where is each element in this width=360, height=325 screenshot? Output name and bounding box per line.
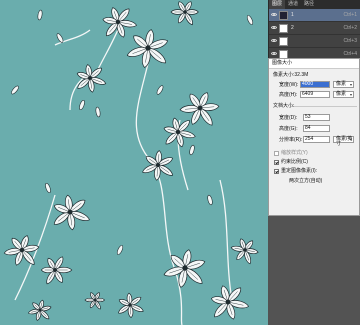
bud — [116, 245, 124, 255]
layer-row[interactable]: 2 Ctrl+2 — [269, 22, 360, 35]
resample-label: 重定图像像素(I): — [281, 168, 318, 174]
eye-icon[interactable] — [271, 12, 277, 18]
layer-thumbnail — [279, 23, 288, 33]
floral-pattern-artwork — [3, 1, 259, 325]
bud — [246, 15, 254, 25]
bud — [95, 106, 101, 118]
bud — [45, 182, 51, 194]
document-canvas[interactable] — [0, 0, 268, 325]
layer-shortcut: Ctrl+3 — [343, 38, 357, 44]
flower — [3, 235, 40, 266]
bud — [156, 85, 164, 95]
doc-width-input[interactable]: 53 — [303, 114, 330, 121]
eye-icon[interactable] — [271, 38, 277, 44]
stem — [135, 54, 183, 325]
flower — [76, 64, 107, 93]
tab-layers[interactable]: 图层 — [269, 0, 286, 9]
image-size-dialog: 图像大小 像素大小:32.3M 宽度(W): 4000 像素 高度(H): 64… — [268, 58, 360, 216]
resolution-label: 分辨率(R): — [279, 137, 303, 143]
layers-panel: 图层 通道 路径 1 Ctrl+1 2 Ctrl+2 Ctrl+3 Ctrl+4 — [268, 0, 360, 61]
bud — [56, 33, 64, 43]
width-unit-select[interactable]: 像素 — [333, 81, 354, 88]
width-label: 宽度(W): — [279, 82, 299, 88]
resample-method-select[interactable]: 两次立方(自动) — [289, 178, 322, 184]
height-input[interactable]: 6409 — [300, 91, 330, 98]
layer-thumbnail — [279, 10, 288, 20]
tab-channels[interactable]: 通道 — [285, 0, 301, 9]
layer-thumbnail — [279, 36, 288, 46]
doc-height-label: 高度(G): — [279, 126, 298, 132]
doc-height-input[interactable]: 84 — [303, 125, 330, 132]
divider — [291, 106, 357, 107]
bud — [189, 144, 195, 156]
height-unit-select[interactable]: 像素 — [333, 91, 354, 98]
layer-shortcut: Ctrl+1 — [343, 12, 357, 18]
scale-styles-label: 缩放样式(Y) — [281, 150, 308, 156]
flower — [40, 256, 73, 285]
bud — [37, 9, 43, 21]
layer-row[interactable]: Ctrl+3 — [269, 35, 360, 48]
constrain-proportions-checkbox[interactable] — [274, 160, 279, 165]
height-label: 高度(H): — [279, 92, 298, 98]
bud — [79, 99, 85, 111]
scale-styles-checkbox[interactable] — [274, 151, 279, 156]
resolution-unit-select[interactable]: 像素/英寸 — [333, 136, 354, 147]
flower — [163, 249, 206, 288]
width-input[interactable]: 4000 — [300, 81, 330, 88]
pixel-dimensions-label: 像素大小:32.3M — [273, 72, 309, 78]
stem — [219, 179, 233, 301]
eye-icon[interactable] — [271, 51, 277, 57]
eye-icon[interactable] — [271, 25, 277, 31]
document-size-label: 文档大小: — [273, 103, 295, 109]
bud — [207, 194, 213, 206]
flower — [118, 292, 144, 318]
flower — [27, 299, 52, 321]
layer-name: 2 — [291, 25, 294, 31]
dialog-title: 图像大小 — [269, 59, 359, 69]
flower — [84, 292, 105, 310]
layer-name: 1 — [291, 12, 294, 18]
resample-checkbox[interactable] — [274, 169, 279, 174]
doc-width-label: 宽度(D): — [279, 115, 298, 121]
flower — [53, 194, 90, 231]
bud — [11, 85, 19, 95]
constrain-proportions-label: 约束比例(C) — [281, 159, 308, 165]
layer-row[interactable]: 1 Ctrl+1 — [269, 9, 360, 22]
layer-shortcut: Ctrl+2 — [343, 25, 357, 31]
panel-tabs: 图层 通道 路径 — [269, 0, 360, 9]
layer-shortcut: Ctrl+4 — [343, 51, 357, 57]
flower — [170, 1, 199, 26]
flower — [230, 238, 259, 265]
tab-paths[interactable]: 路径 — [301, 0, 317, 9]
resolution-input[interactable]: 254 — [303, 136, 330, 143]
flower — [210, 285, 250, 320]
